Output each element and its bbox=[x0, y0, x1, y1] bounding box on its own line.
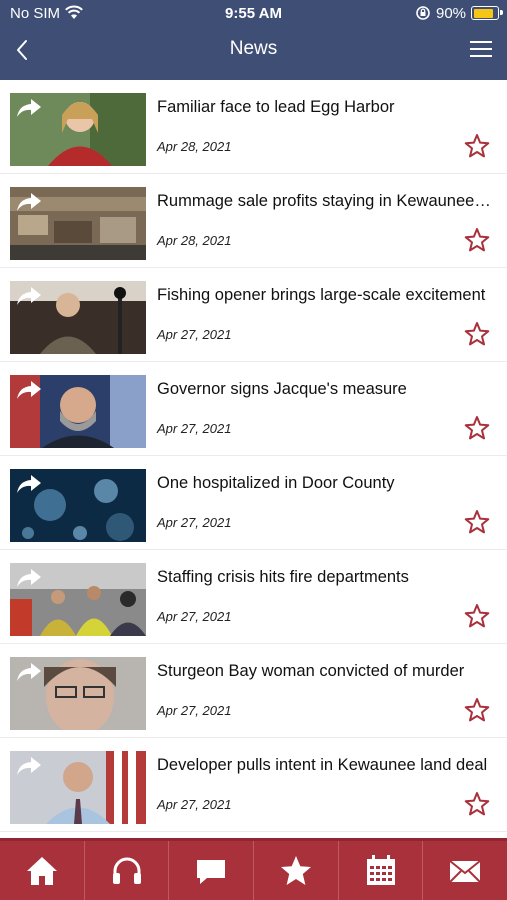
tab-contact[interactable] bbox=[423, 841, 507, 900]
article-headline[interactable]: Fishing opener brings large-scale excite… bbox=[157, 286, 495, 305]
favorite-star-icon[interactable] bbox=[464, 227, 490, 253]
home-icon bbox=[26, 856, 57, 885]
article-headline[interactable]: One hospitalized in Door County bbox=[157, 474, 495, 493]
favorite-star-icon[interactable] bbox=[464, 509, 490, 535]
page-title: News bbox=[229, 38, 278, 59]
favorite-star-icon[interactable] bbox=[464, 321, 490, 347]
share-icon[interactable] bbox=[15, 96, 43, 120]
favorite-star-icon[interactable] bbox=[464, 603, 490, 629]
article-thumbnail[interactable] bbox=[10, 281, 146, 354]
tab-messages[interactable] bbox=[169, 841, 255, 900]
share-icon[interactable] bbox=[15, 284, 43, 308]
article-date: Apr 28, 2021 bbox=[157, 139, 232, 154]
article-date: Apr 27, 2021 bbox=[157, 515, 232, 530]
share-icon[interactable] bbox=[15, 660, 43, 684]
favorite-star-icon[interactable] bbox=[464, 133, 490, 159]
news-list-item[interactable]: Developer pulls intent in Kewaunee land … bbox=[0, 738, 507, 832]
article-thumbnail[interactable] bbox=[10, 563, 146, 636]
star-icon bbox=[280, 855, 311, 885]
news-list-item[interactable]: Staffing crisis hits fire departments Apr… bbox=[0, 550, 507, 644]
article-headline[interactable]: Staffing crisis hits fire departments bbox=[157, 568, 495, 587]
calendar-icon bbox=[366, 854, 395, 885]
mail-icon bbox=[449, 859, 481, 883]
tab-listen[interactable] bbox=[85, 841, 170, 900]
article-thumbnail[interactable] bbox=[10, 93, 146, 166]
news-list: Familiar face to lead Egg Harbor Apr 28, … bbox=[0, 80, 507, 838]
battery-percent: 90% bbox=[436, 5, 467, 22]
article-date: Apr 27, 2021 bbox=[157, 327, 232, 342]
article-thumbnail[interactable] bbox=[10, 375, 146, 448]
article-date: Apr 27, 2021 bbox=[157, 421, 232, 436]
tab-bar bbox=[0, 838, 507, 900]
article-headline[interactable]: Familiar face to lead Egg Harbor bbox=[157, 98, 495, 117]
chat-bubble-icon bbox=[197, 859, 226, 884]
share-icon[interactable] bbox=[15, 754, 43, 778]
battery-icon bbox=[471, 6, 503, 20]
tab-home[interactable] bbox=[0, 841, 85, 900]
orientation-lock-icon bbox=[416, 6, 430, 20]
share-icon[interactable] bbox=[15, 190, 43, 214]
article-thumbnail[interactable] bbox=[10, 469, 146, 542]
news-list-item[interactable]: One hospitalized in Door County Apr 27, 2… bbox=[0, 456, 507, 550]
share-icon[interactable] bbox=[15, 566, 43, 590]
article-headline[interactable]: Rummage sale profits staying in Kewaunee… bbox=[157, 192, 495, 211]
headphones-icon bbox=[112, 857, 141, 884]
share-icon[interactable] bbox=[15, 472, 43, 496]
favorite-star-icon[interactable] bbox=[464, 415, 490, 441]
share-icon[interactable] bbox=[15, 378, 43, 402]
article-thumbnail[interactable] bbox=[10, 657, 146, 730]
article-date: Apr 27, 2021 bbox=[157, 609, 232, 624]
news-list-item[interactable]: Fishing opener brings large-scale excite… bbox=[0, 268, 507, 362]
top-bar: No SIM 9:55 AM 90% News bbox=[0, 0, 507, 80]
tab-calendar[interactable] bbox=[339, 841, 424, 900]
tab-favorites[interactable] bbox=[254, 841, 339, 900]
battery-level-fill bbox=[473, 8, 494, 18]
news-list-item[interactable]: Sturgeon Bay woman convicted of murder Ap… bbox=[0, 644, 507, 738]
article-headline[interactable]: Sturgeon Bay woman convicted of murder bbox=[157, 662, 495, 681]
hamburger-menu-icon[interactable] bbox=[467, 35, 495, 63]
article-thumbnail[interactable] bbox=[10, 751, 146, 824]
favorite-star-icon[interactable] bbox=[464, 791, 490, 817]
favorite-star-icon[interactable] bbox=[464, 697, 490, 723]
status-bar: No SIM 9:55 AM 90% bbox=[0, 0, 507, 28]
article-thumbnail[interactable] bbox=[10, 187, 146, 260]
article-headline[interactable]: Governor signs Jacque's measure bbox=[157, 380, 495, 399]
news-list-item[interactable]: Rummage sale profits staying in Kewaunee… bbox=[0, 174, 507, 268]
article-date: Apr 28, 2021 bbox=[157, 233, 232, 248]
navigation-bar: News bbox=[0, 28, 507, 72]
news-list-item[interactable]: Familiar face to lead Egg Harbor Apr 28, … bbox=[0, 80, 507, 174]
article-headline[interactable]: Developer pulls intent in Kewaunee land … bbox=[157, 756, 495, 775]
news-list-item[interactable]: Governor signs Jacque's measure Apr 27, 2… bbox=[0, 362, 507, 456]
article-date: Apr 27, 2021 bbox=[157, 703, 232, 718]
article-date: Apr 27, 2021 bbox=[157, 797, 232, 812]
